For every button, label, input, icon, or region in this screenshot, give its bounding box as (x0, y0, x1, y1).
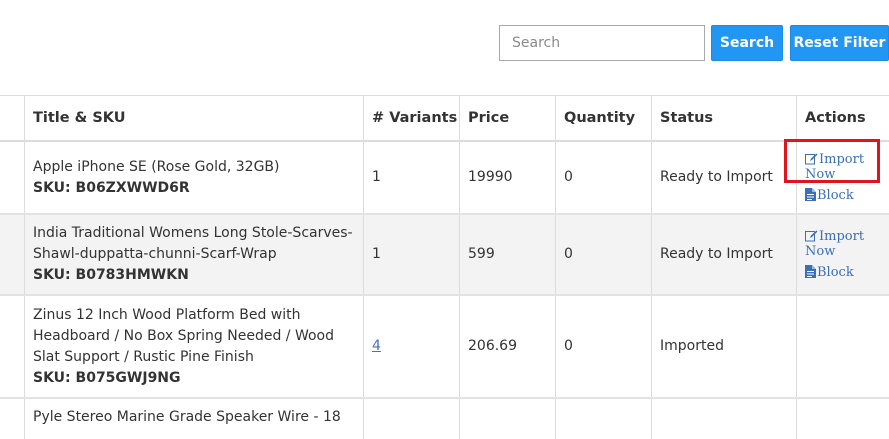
variants-cell: 1 (363, 215, 459, 294)
status-cell (651, 399, 796, 439)
reset-filter-button[interactable]: Reset Filter (790, 25, 889, 61)
quantity-cell: 0 (555, 296, 651, 397)
product-sku: SKU: B0783HMWKN (33, 267, 189, 283)
variants-link[interactable]: 4 (372, 336, 381, 357)
product-sku: SKU: B075GWJ9NG (33, 369, 181, 386)
title-sku-cell: Zinus 12 Inch Wood Platform Bed with Hea… (24, 296, 363, 397)
price-cell (459, 399, 555, 439)
edit-icon (805, 230, 818, 242)
product-sku: SKU: B06ZXWWD6R (33, 179, 190, 196)
table-row: Zinus 12 Inch Wood Platform Bed with Hea… (0, 296, 889, 399)
column-header-title-sku: Title & SKU (24, 96, 363, 140)
document-icon (805, 265, 816, 278)
block-label: Block (817, 265, 854, 280)
variants-cell: 1 (363, 142, 459, 213)
product-title: Apple iPhone SE (Rose Gold, 32GB) (33, 158, 280, 175)
document-icon (805, 188, 816, 201)
row-select-cell (0, 142, 24, 213)
variants-cell (363, 399, 459, 439)
quantity-cell: 0 (555, 142, 651, 213)
variants-cell: 4 (363, 296, 459, 397)
actions-cell (796, 296, 889, 397)
row-select-cell (0, 296, 24, 397)
price-cell: 206.69 (459, 296, 555, 397)
price-cell: 19990 (459, 142, 555, 213)
table-row: Pyle Stereo Marine Grade Speaker Wire - … (0, 399, 889, 439)
actions-cell (796, 399, 889, 439)
quantity-cell (555, 399, 651, 439)
block-link[interactable]: Block (805, 265, 889, 280)
block-link[interactable]: Block (805, 188, 889, 203)
actions-cell: Import Now Block (796, 142, 889, 213)
import-now-link[interactable]: Import Now (805, 152, 889, 182)
column-header-variants: # Variants (363, 96, 459, 140)
edit-icon (805, 153, 818, 165)
table-row: Apple iPhone SE (Rose Gold, 32GB) SKU: B… (0, 142, 889, 215)
import-now-link[interactable]: Import Now (805, 229, 889, 259)
price-cell: 599 (459, 215, 555, 294)
column-header-price: Price (459, 96, 555, 140)
title-sku-cell: Pyle Stereo Marine Grade Speaker Wire - … (24, 399, 363, 439)
search-input[interactable] (499, 25, 705, 61)
search-button[interactable]: Search (711, 25, 783, 61)
row-select-cell (0, 215, 24, 294)
title-sku-cell: India Traditional Womens Long Stole-Scar… (24, 215, 363, 294)
title-sku-cell: Apple iPhone SE (Rose Gold, 32GB) SKU: B… (24, 142, 363, 213)
product-title-line: Headboard / No Box Spring Needed / Wood (33, 327, 334, 344)
actions-cell: Import Now Block (796, 215, 889, 294)
product-title-line: Slat Support / Rustic Pine Finish (33, 348, 254, 365)
products-table: Title & SKU # Variants Price Quantity St… (0, 95, 889, 439)
status-cell: Imported (651, 296, 796, 397)
block-label: Block (817, 188, 854, 203)
row-select-cell (0, 399, 24, 439)
quantity-cell: 0 (555, 215, 651, 294)
column-header-actions: Actions (796, 96, 889, 140)
product-title-line: Zinus 12 Inch Wood Platform Bed with (33, 306, 301, 323)
product-title-line: Pyle Stereo Marine Grade Speaker Wire - … (33, 409, 341, 425)
product-title-line: India Traditional Womens Long Stole-Scar… (33, 225, 353, 241)
table-row: India Traditional Womens Long Stole-Scar… (0, 215, 889, 296)
select-column-header (0, 96, 24, 140)
column-header-status: Status (651, 96, 796, 140)
table-header-row: Title & SKU # Variants Price Quantity St… (0, 96, 889, 142)
product-title-line: Shawl-duppatta-chunni-Scarf-Wrap (33, 246, 277, 262)
status-cell: Ready to Import (651, 215, 796, 294)
status-cell: Ready to Import (651, 142, 796, 213)
column-header-quantity: Quantity (555, 96, 651, 140)
